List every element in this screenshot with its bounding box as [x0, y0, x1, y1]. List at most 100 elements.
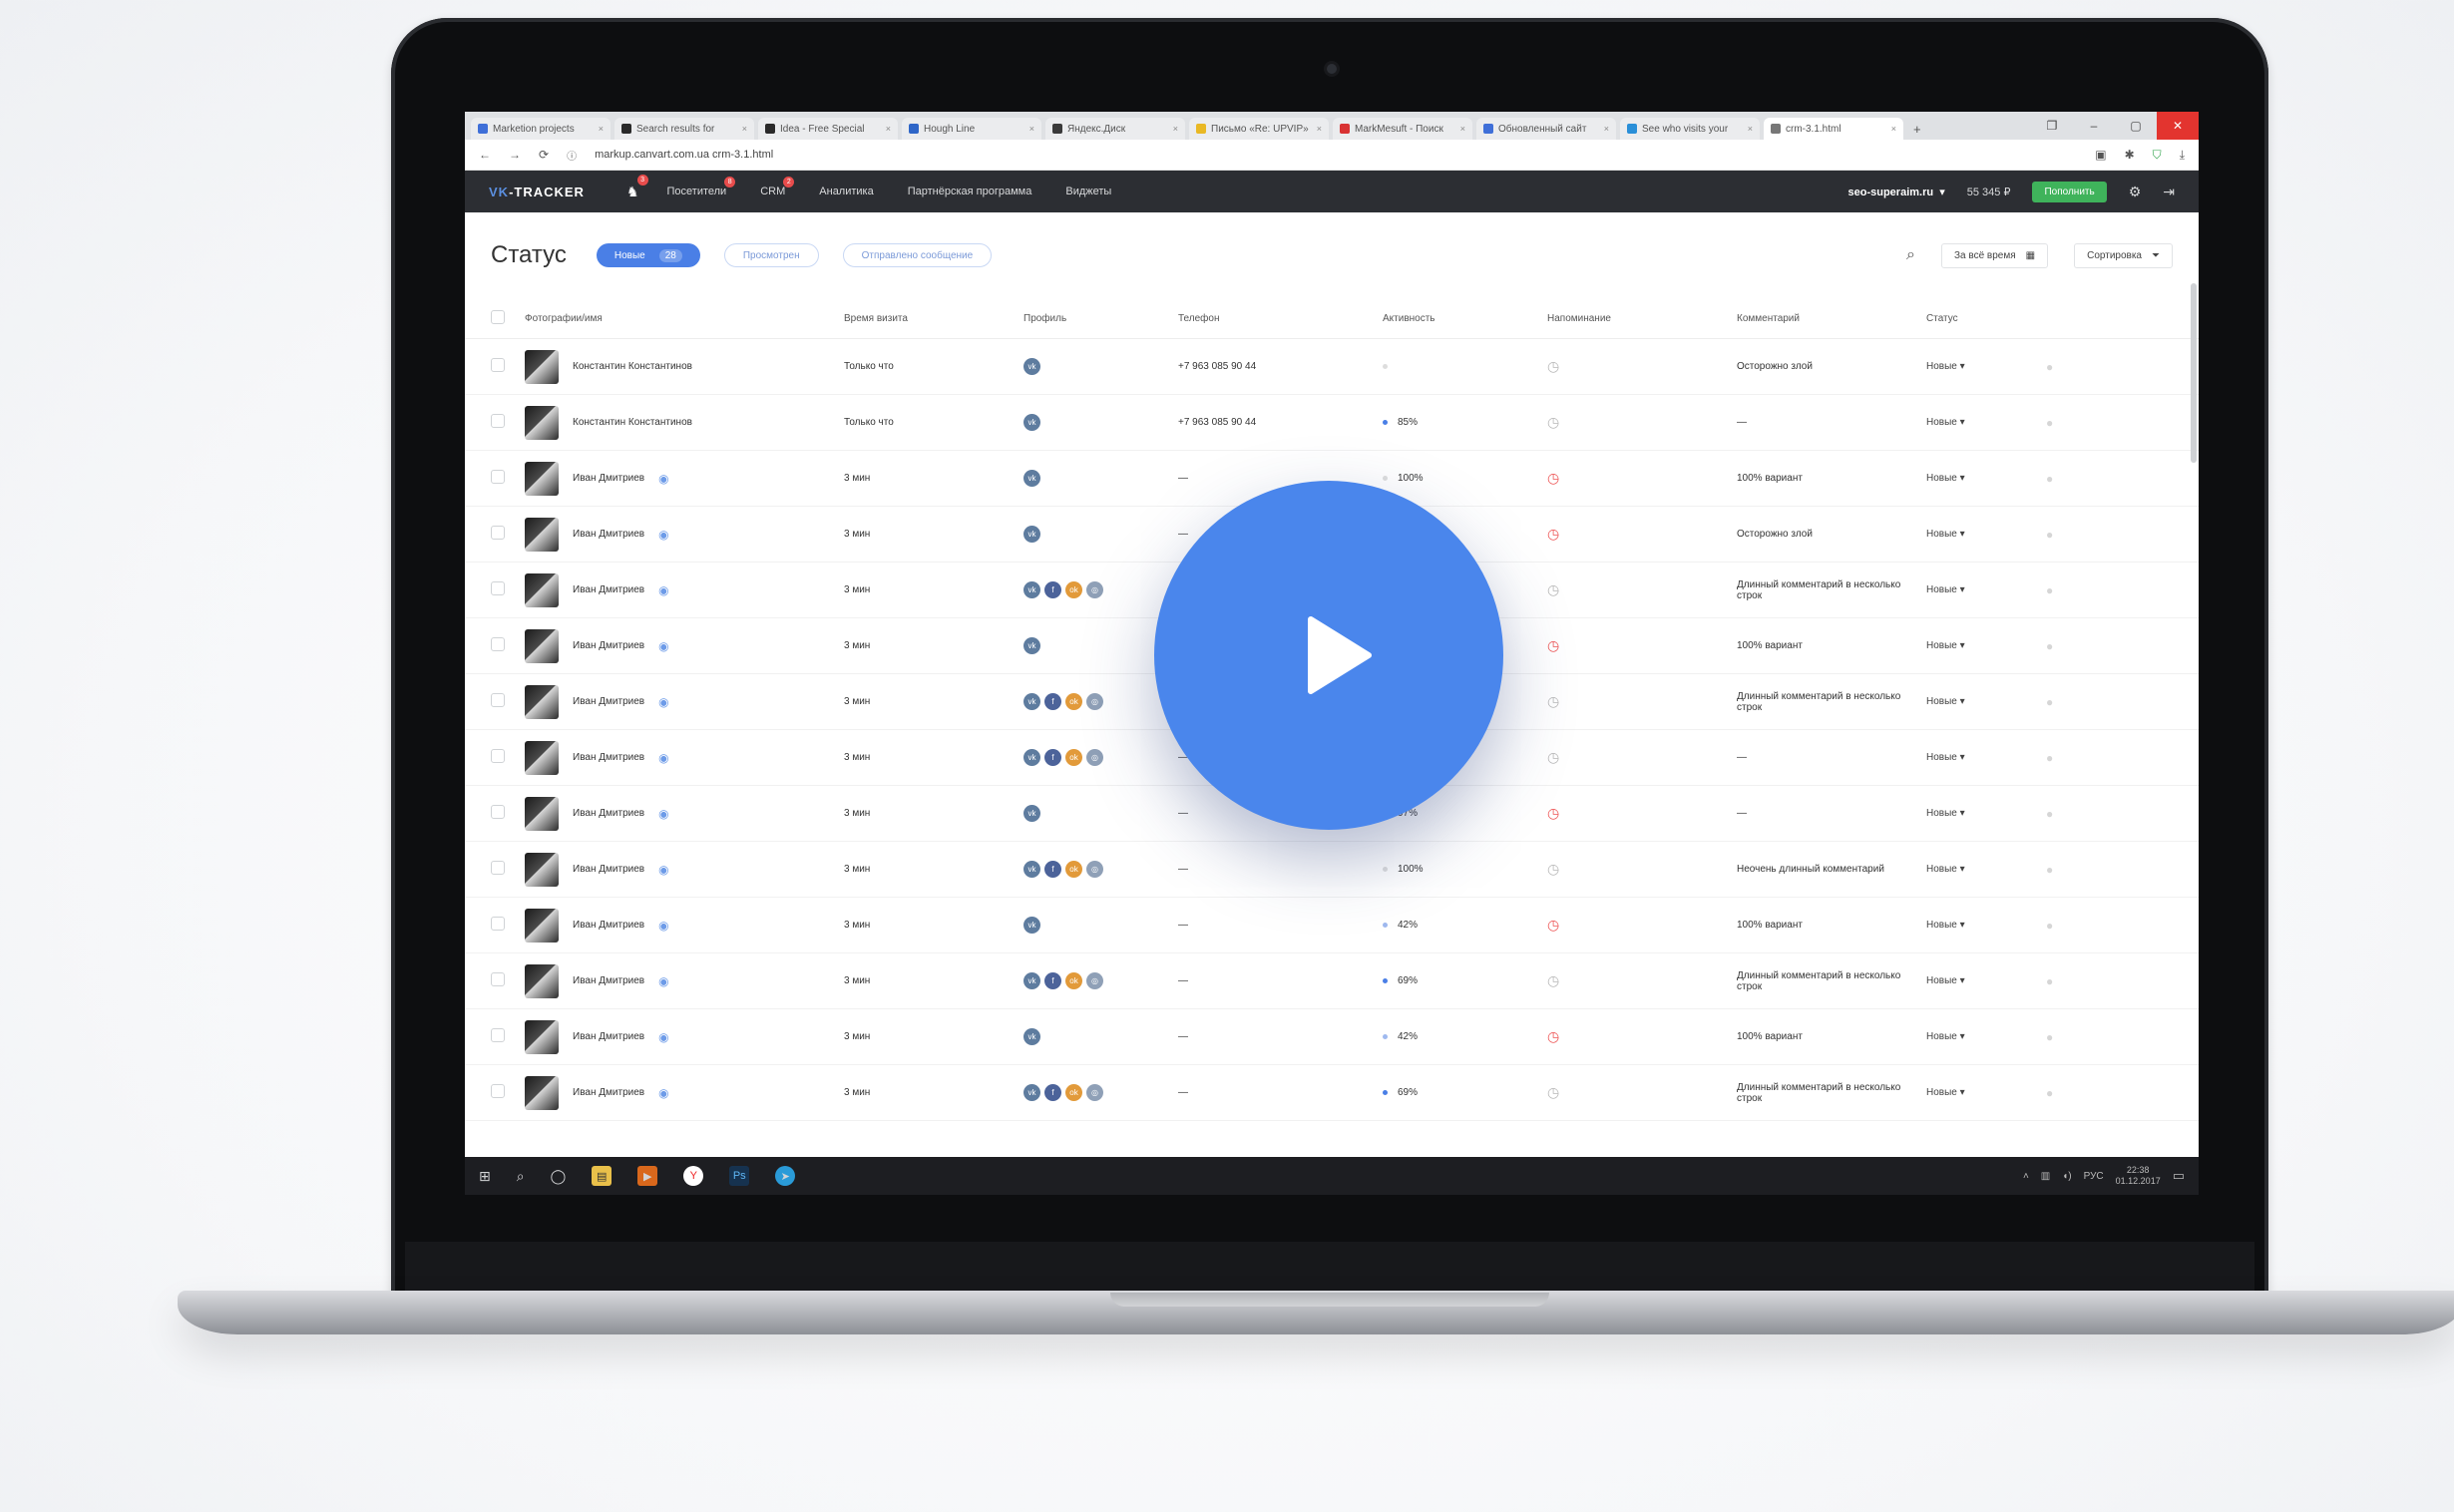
avatar[interactable] [525, 628, 559, 663]
odnoklassniki-icon[interactable]: ok [1065, 861, 1082, 878]
more-icon[interactable]: ● [2046, 863, 2053, 877]
vk-icon[interactable]: vk [1023, 917, 1040, 934]
status-cell[interactable]: Новые ▾ [1926, 897, 2046, 953]
clock-icon[interactable]: ◷ [1547, 1084, 1559, 1100]
vk-icon[interactable]: vk [1023, 581, 1040, 598]
avatar[interactable] [525, 517, 559, 552]
tab-close-icon[interactable]: × [599, 124, 604, 134]
vk-icon[interactable]: vk [1023, 526, 1040, 543]
forward-icon[interactable]: → [509, 148, 521, 162]
table-row[interactable]: Константин Константинов Только что vk +7 96… [465, 338, 2199, 395]
notification-center-icon[interactable]: ▭ [2173, 1168, 2185, 1184]
visitor-name[interactable]: Иван Дмитриев [573, 473, 644, 484]
column-header[interactable]: Статус [1926, 298, 2046, 339]
network-icon[interactable]: ▥ [2041, 1171, 2050, 1182]
search-icon[interactable]: ⌕ [517, 1168, 525, 1185]
file-explorer-icon[interactable]: ▤ [592, 1166, 613, 1186]
info-icon[interactable]: ⓘ [567, 148, 577, 163]
scrollbar[interactable] [2191, 283, 2197, 463]
column-header[interactable]: Напоминание [1547, 298, 1737, 339]
odnoklassniki-icon[interactable]: ok [1065, 693, 1082, 710]
browser-tab[interactable]: Яндекс.Диск × [1045, 118, 1185, 140]
more-icon[interactable]: ● [2046, 1030, 2053, 1044]
nav-item[interactable]: Аналитика [819, 186, 873, 197]
facebook-icon[interactable]: f [1044, 861, 1061, 878]
avatar[interactable] [525, 405, 559, 440]
new-tab-icon[interactable]: + [1907, 122, 1927, 140]
avatar[interactable] [525, 796, 559, 831]
row-checkbox[interactable] [491, 861, 505, 875]
period-button[interactable]: За всё время ▦ [1941, 242, 2049, 268]
avatar[interactable] [525, 852, 559, 887]
odnoklassniki-icon[interactable]: ok [1065, 581, 1082, 598]
vk-icon[interactable]: vk [1023, 414, 1040, 431]
clock-icon[interactable]: ◷ [1547, 749, 1559, 765]
instagram-icon[interactable]: ◎ [1086, 581, 1103, 598]
visitor-name[interactable]: Константин Константинов [573, 361, 692, 372]
clock-icon[interactable]: ◷ [1547, 917, 1559, 933]
table-row[interactable]: Константин Константинов Только что vk +7 96… [465, 394, 2199, 451]
vk-icon[interactable]: vk [1023, 805, 1040, 822]
tab-close-icon[interactable]: × [1891, 124, 1896, 134]
nav-item[interactable]: Посетители 8 [667, 177, 736, 197]
facebook-icon[interactable]: f [1044, 1084, 1061, 1101]
clock-icon[interactable]: ◷ [1547, 637, 1559, 653]
status-cell[interactable]: Новые ▾ [1926, 617, 2046, 674]
browser-tab[interactable]: Hough Line × [902, 118, 1041, 140]
visitor-name[interactable]: Иван Дмитриев [573, 1031, 644, 1042]
status-cell[interactable]: Новые ▾ [1926, 506, 2046, 563]
more-icon[interactable]: ● [2046, 416, 2053, 430]
photoshop-icon[interactable]: Ps [729, 1166, 750, 1186]
table-row[interactable]: Иван Дмитриев ◉ 3 мин vk — 42% ◷ 100% вариант Но… [465, 897, 2199, 953]
instagram-icon[interactable]: ◎ [1086, 749, 1103, 766]
row-checkbox[interactable] [491, 637, 505, 651]
vk-icon[interactable]: vk [1023, 693, 1040, 710]
table-row[interactable]: Иван Дмитриев ◉ 3 мин vk f ok ◎ — 69% ◷ Длинный ко… [465, 1064, 2199, 1121]
status-cell[interactable]: Новые ▾ [1926, 562, 2046, 618]
vk-icon[interactable]: vk [1023, 749, 1040, 766]
more-icon[interactable]: ● [2046, 695, 2053, 709]
tab-close-icon[interactable]: × [1317, 124, 1322, 134]
browser-tab[interactable]: Search results for × [614, 118, 754, 140]
select-all-checkbox[interactable] [491, 309, 505, 324]
app-logo[interactable]: VK-TRACKER [489, 185, 585, 199]
row-checkbox[interactable] [491, 358, 505, 372]
clock-icon[interactable]: ◷ [1547, 693, 1559, 709]
vk-icon[interactable]: vk [1023, 637, 1040, 654]
more-icon[interactable]: ● [2046, 1086, 2053, 1100]
filter-pill[interactable]: Новые 28 [596, 243, 700, 267]
column-header[interactable]: Фотографии/имя [525, 298, 844, 339]
nav-item[interactable]: Виджеты [1065, 186, 1111, 197]
nav-item[interactable]: Партнёрская программа [908, 186, 1032, 197]
status-cell[interactable]: Новые ▾ [1926, 673, 2046, 730]
clock-icon[interactable]: ◷ [1547, 581, 1559, 597]
browser-tab[interactable]: MarkMesuft - Поиск × [1333, 118, 1472, 140]
status-cell[interactable]: Новые ▾ [1926, 394, 2046, 451]
status-cell[interactable]: Новые ▾ [1926, 729, 2046, 786]
visitor-name[interactable]: Иван Дмитриев [573, 808, 644, 819]
browser-tab[interactable]: Письмо «Re: UPVIP» × [1189, 118, 1329, 140]
vk-icon[interactable]: vk [1023, 972, 1040, 989]
close-icon[interactable]: ✕ [2157, 112, 2199, 140]
restore-icon[interactable]: ❐ [2031, 112, 2073, 140]
tab-close-icon[interactable]: × [1604, 124, 1609, 134]
facebook-icon[interactable]: f [1044, 693, 1061, 710]
topup-button[interactable]: Пополнить [2032, 181, 2107, 202]
visitor-name[interactable]: Иван Дмитриев [573, 640, 644, 651]
star-icon[interactable]: ✱ [2125, 148, 2135, 163]
row-checkbox[interactable] [491, 917, 505, 931]
visitor-name[interactable]: Иван Дмитриев [573, 584, 644, 595]
maximize-icon[interactable]: ▢ [2115, 112, 2157, 140]
more-icon[interactable]: ● [2046, 919, 2053, 933]
clock-icon[interactable]: ◷ [1547, 861, 1559, 877]
avatar[interactable] [525, 1019, 559, 1054]
row-checkbox[interactable] [491, 749, 505, 763]
more-icon[interactable]: ● [2046, 751, 2053, 765]
more-icon[interactable]: ● [2046, 360, 2053, 374]
clock[interactable]: 22:38 01.12.2017 [2116, 1165, 2161, 1187]
windows-start-icon[interactable]: ⊞ [479, 1168, 491, 1185]
facebook-icon[interactable]: f [1044, 972, 1061, 989]
instagram-icon[interactable]: ◎ [1086, 972, 1103, 989]
row-checkbox[interactable] [491, 526, 505, 540]
column-header[interactable]: Телефон [1178, 298, 1383, 339]
